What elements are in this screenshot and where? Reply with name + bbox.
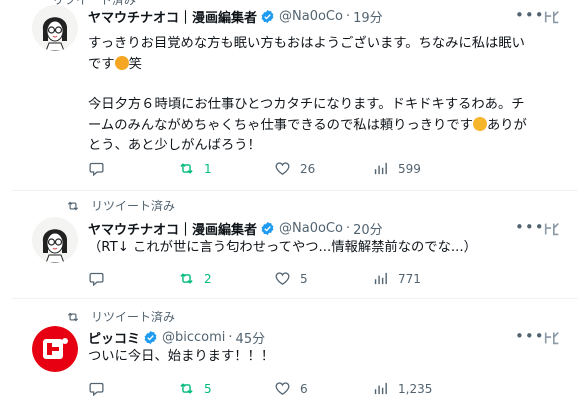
views-button[interactable]: 771 [372, 270, 421, 287]
retweet-count: 1 [204, 161, 212, 176]
sleepy-face-emoji [114, 55, 129, 70]
tweet-actions: 2 5 771 [88, 270, 508, 290]
retweet-count: 5 [204, 381, 212, 396]
like-count: 26 [300, 161, 316, 176]
more-icon[interactable]: ••• [515, 218, 545, 236]
tweet-actions: 5 6 1,235 [88, 380, 508, 400]
retweet-button[interactable]: 2 [178, 270, 212, 287]
retweet-icon [180, 383, 193, 394]
timestamp[interactable]: 45分 [236, 328, 266, 347]
handle[interactable]: @biccomi [162, 330, 225, 345]
retweet-button[interactable]: 5 [178, 380, 212, 397]
tweet-header: ヤマウチナオコ｜漫画編集者 @Na0oCo · 19分 [88, 7, 383, 26]
timeline: リツイート済み ヤマウチナオコ｜漫画編集者 @Na0oCo · 19分 ••• [12, 0, 578, 414]
views-icon [374, 272, 387, 285]
separator: · [345, 221, 351, 236]
separator: · [345, 9, 351, 24]
views-icon [374, 382, 387, 395]
avatar[interactable] [32, 217, 78, 263]
views-icon [374, 162, 387, 175]
tweet-text-line: 今日夕方６時頃にお仕事ひとつカタチになります。ドキドキするわあ。チ [88, 97, 525, 112]
display-name[interactable]: ヤマウチナオコ｜漫画編集者 [88, 7, 257, 26]
views-button[interactable]: 599 [372, 160, 421, 177]
tweet-text: すっきりお目覚めな方も眠い方もおはようございます。ちなみに私は眠い です笑 今日… [88, 34, 568, 157]
grok-icon[interactable] [543, 220, 561, 238]
reply-button[interactable] [88, 160, 105, 177]
tweet-2[interactable]: リツイート済み ヤマウチナオコ｜漫画編集者 @Na0oCo · 20分 ••• [12, 190, 578, 299]
retweet-icon [67, 201, 79, 210]
tweet-text-line: すっきりお目覚めな方も眠い方もおはようございます。ちなみに私は眠い [88, 36, 525, 51]
like-count: 5 [300, 271, 308, 286]
heart-icon [275, 162, 290, 175]
tweet-header: ピッコミ @biccomi · 45分 [88, 328, 265, 347]
retweet-icon [67, 312, 79, 321]
display-name[interactable]: ピッコミ [88, 328, 140, 347]
like-button[interactable]: 5 [274, 270, 308, 287]
tweet-text: （RT↓ これが世に言う匂わせってやつ...情報解禁前なのでな...） [88, 238, 568, 259]
reply-button[interactable] [88, 380, 105, 397]
reply-icon [89, 382, 104, 397]
retweet-count: 2 [204, 271, 212, 286]
tweet-text-line: （RT↓ これが世に言う匂わせってやつ...情報解禁前なのでな...） [88, 240, 477, 255]
retweet-context: リツイート済み [65, 197, 175, 214]
retweet-icon [180, 273, 193, 284]
views-button[interactable]: 1,235 [372, 380, 432, 397]
more-icon[interactable]: ••• [515, 327, 545, 345]
retweet-label[interactable]: リツイート済み [91, 308, 175, 325]
retweet-icon [180, 163, 193, 174]
retweet-button[interactable]: 1 [178, 160, 212, 177]
tweet-text-segment: です [88, 56, 115, 72]
retweet-label[interactable]: リツイート済み [91, 197, 175, 214]
separator: · [228, 330, 233, 345]
verified-badge-icon [144, 330, 157, 345]
grok-icon[interactable] [543, 329, 561, 347]
heart-icon [275, 272, 290, 285]
tweet-text-segment: 笑 [128, 56, 142, 72]
handle[interactable]: @Na0oCo [279, 221, 343, 236]
reply-icon [89, 272, 104, 287]
tweet-header: ヤマウチナオコ｜漫画編集者 @Na0oCo · 20分 [88, 219, 383, 238]
tweet-text-line: ームのみんながめちゃくちゃ仕事できるので私は頼りっきりです ありが [88, 116, 568, 137]
heart-icon [275, 382, 290, 395]
timestamp[interactable]: 20分 [353, 219, 383, 238]
grok-icon[interactable] [543, 8, 561, 26]
like-button[interactable]: 6 [274, 380, 308, 397]
tweet-text-segment: ームのみんながめちゃくちゃ仕事できるので私は頼りっきりです [88, 117, 473, 133]
tweet-3[interactable]: リツイート済み ピッコミ @biccomi · 45分 ••• ついに今日、始ま… [12, 298, 578, 414]
tweet-actions: 1 26 599 [88, 160, 508, 180]
retweet-context: リツイート済み [65, 308, 175, 325]
handle[interactable]: @Na0oCo [279, 9, 343, 24]
tweet-text-line: とう、あと少しがんばろう！ [88, 138, 261, 153]
timestamp[interactable]: 19分 [353, 7, 383, 26]
verified-badge-icon [261, 9, 274, 24]
reply-icon [89, 162, 104, 177]
more-icon[interactable]: ••• [515, 6, 545, 24]
heart-hands-emoji [472, 116, 487, 131]
tweet-text-line: ついに今日、始まります！！！ [88, 349, 275, 364]
reply-button[interactable] [88, 270, 105, 287]
like-button[interactable]: 26 [274, 160, 315, 177]
avatar[interactable] [32, 326, 78, 372]
view-count: 1,235 [398, 381, 433, 396]
display-name[interactable]: ヤマウチナオコ｜漫画編集者 [88, 219, 257, 238]
avatar[interactable] [32, 5, 78, 51]
tweet-text-segment: ありが [486, 117, 527, 133]
view-count: 771 [398, 271, 421, 286]
tweet-text-line: です笑 [88, 55, 568, 76]
tweet-1[interactable]: リツイート済み ヤマウチナオコ｜漫画編集者 @Na0oCo · 19分 ••• [12, 0, 578, 191]
view-count: 599 [398, 161, 421, 176]
like-count: 6 [300, 381, 308, 396]
verified-badge-icon [261, 221, 274, 236]
tweet-text: ついに今日、始まります！！！ [88, 347, 568, 368]
